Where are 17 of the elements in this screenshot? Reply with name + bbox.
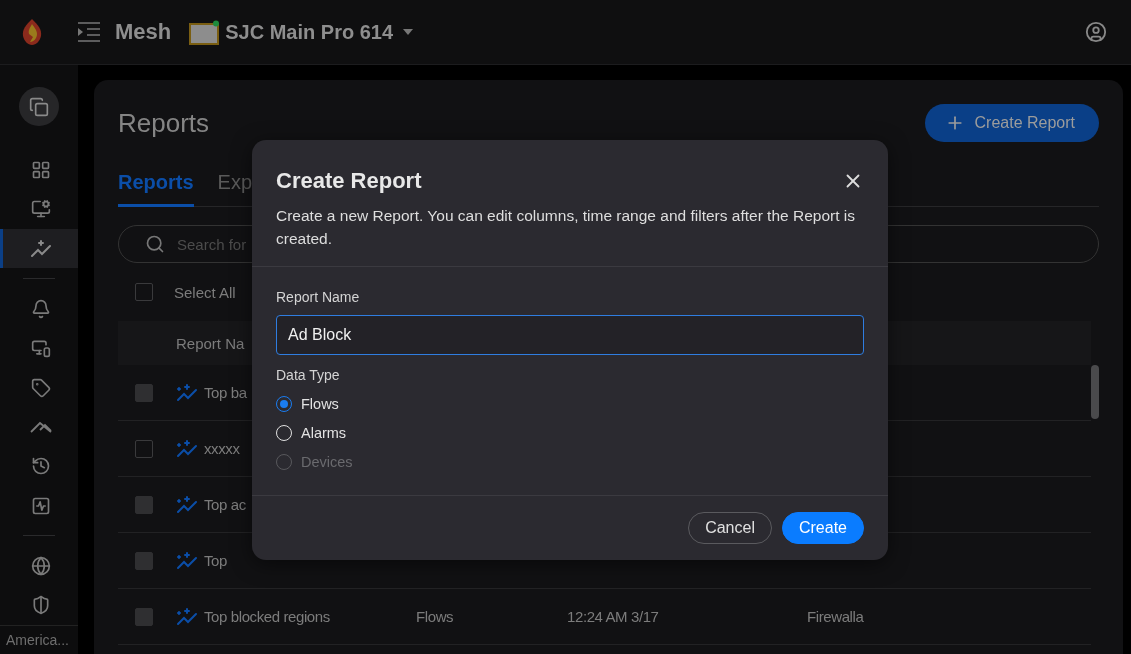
table-cell: Top blocked regions [204,608,330,625]
dialog-description: Create a new Report. You can edit columns, time range and filters after the Report is created. [276,206,856,249]
field-label: Report Name [276,289,361,305]
table-cell: Top ac [204,496,246,513]
table-cell: xxxxx [204,440,240,457]
select-all-label: Select All [174,283,236,301]
table-cell: Top [204,552,227,569]
column-header: Report Na [176,334,245,352]
region-label: America... [0,625,78,654]
field-label: Data Type [276,367,341,383]
page-title: Reports [118,107,210,139]
app-title: Mesh [115,19,172,45]
table-cell-text: Firewalla [807,608,865,625]
table-cell-text: 12:24 AM 3/17 [567,608,660,625]
table-cell: Top ba [204,384,247,401]
table-cell-text: Flows [416,608,455,625]
dialog-title: Create Report [276,168,422,194]
